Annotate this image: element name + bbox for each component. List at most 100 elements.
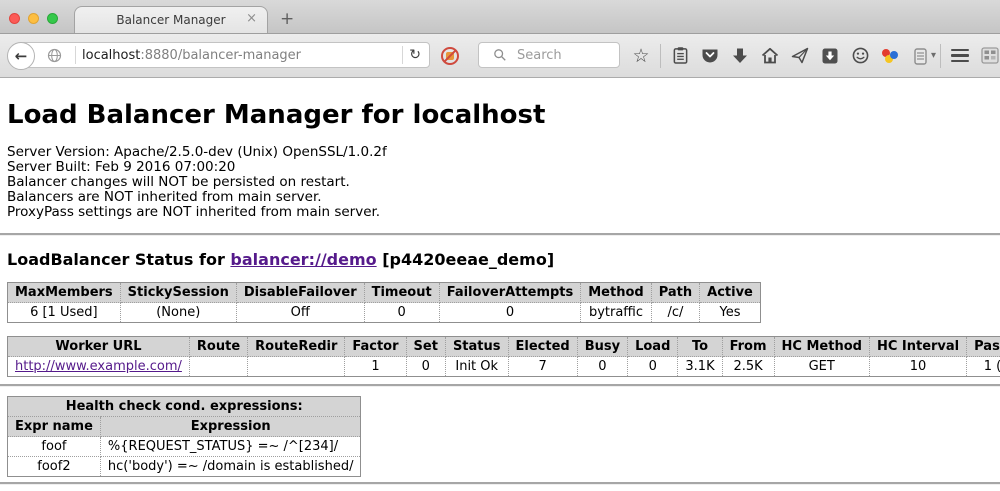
toolbar-divider2	[940, 44, 941, 68]
col-timeout: Timeout	[364, 283, 439, 303]
worker-url-link[interactable]: http://www.example.com/	[15, 359, 182, 374]
window-controls	[9, 13, 58, 24]
bookmark-star-icon[interactable]: ☆	[632, 46, 650, 66]
col-failoverattempts: FailoverAttempts	[439, 283, 581, 303]
proxypass-notice-line: ProxyPass settings are NOT inherited fro…	[7, 205, 993, 220]
menu-hamburger-icon[interactable]	[951, 46, 969, 66]
toolbar-divider	[660, 44, 661, 68]
server-built-line: Server Built: Feb 9 2016 07:00:20	[7, 160, 993, 175]
clipboard-icon[interactable]	[671, 46, 689, 66]
table-header-row: Worker URL Route RouteRedir Factor Set S…	[8, 337, 1000, 357]
col-routeredir: RouteRedir	[248, 337, 345, 357]
col-status: Status	[445, 337, 508, 357]
urlbar-divider2	[402, 46, 403, 64]
navigation-toolbar: ← localhost:8880/balancer-manager ↻ ☆	[0, 34, 1000, 78]
cell-elected: 7	[508, 357, 577, 377]
page-bottom-divider	[0, 482, 1000, 485]
tab-close-icon[interactable]: ×	[246, 12, 257, 26]
heading-prefix: LoadBalancer Status for	[7, 250, 230, 269]
tab-title: Balancer Manager	[116, 13, 225, 27]
cell-set: 0	[406, 357, 445, 377]
cell-path: /c/	[651, 303, 699, 323]
video-download-icon[interactable]	[821, 46, 839, 66]
close-window-button[interactable]	[9, 13, 20, 24]
balloons-icon[interactable]	[881, 46, 899, 66]
cell-expr-name: foof	[8, 437, 101, 457]
cell-route	[189, 357, 247, 377]
tab-balancer-manager[interactable]: Balancer Manager ×	[74, 6, 268, 33]
col-active: Active	[700, 283, 761, 303]
smiley-icon[interactable]	[851, 46, 869, 66]
table-row: 6 [1 Used] (None) Off 0 0 bytraffic /c/ …	[8, 303, 761, 323]
search-input[interactable]	[515, 47, 613, 64]
worker-table: Worker URL Route RouteRedir Factor Set S…	[7, 336, 1000, 377]
new-tab-button[interactable]: +	[280, 9, 294, 29]
url-host: localhost	[82, 48, 140, 63]
cell-failoverattempts: 0	[439, 303, 581, 323]
urlbar-divider	[75, 46, 76, 64]
cell-hc-method: GET	[774, 357, 869, 377]
col-passes: Passes	[967, 337, 1000, 357]
cell-active: Yes	[700, 303, 761, 323]
col-factor: Factor	[345, 337, 406, 357]
battery-icon[interactable]	[911, 46, 929, 66]
adblock-disabled-button[interactable]	[438, 44, 462, 68]
globe-icon	[45, 45, 63, 65]
cell-maxmembers: 6 [1 Used]	[8, 303, 121, 323]
cell-stickysession: (None)	[120, 303, 236, 323]
cell-hc-interval: 10	[869, 357, 966, 377]
home-icon[interactable]	[761, 46, 779, 66]
page-content: Load Balancer Manager for localhost Serv…	[0, 100, 1000, 485]
col-route: Route	[189, 337, 247, 357]
reload-button[interactable]: ↻	[409, 47, 421, 63]
download-arrow-icon[interactable]	[731, 46, 749, 66]
cell-load: 0	[628, 357, 678, 377]
cell-expression: %{REQUEST_STATUS} =~ /^[234]/	[100, 437, 361, 457]
zoom-window-button[interactable]	[47, 13, 58, 24]
url-path: :8880/balancer-manager	[140, 48, 301, 63]
minimize-window-button[interactable]	[28, 13, 39, 24]
cell-passes: 1 (0)	[967, 357, 1000, 377]
cell-from: 2.5K	[722, 357, 774, 377]
balancer-status-heading: LoadBalancer Status for balancer://demo …	[7, 250, 993, 269]
table-row: http://www.example.com/ 1 0 Init Ok 7 0 …	[8, 357, 1000, 377]
balancer-link[interactable]: balancer://demo	[230, 250, 376, 269]
send-plane-icon[interactable]	[791, 46, 809, 66]
col-stickysession: StickySession	[120, 283, 236, 303]
col-method: Method	[581, 283, 651, 303]
col-from: From	[722, 337, 774, 357]
cell-disablefailover: Off	[236, 303, 364, 323]
server-info: Server Version: Apache/2.5.0-dev (Unix) …	[7, 145, 993, 220]
browser-window: Balancer Manager × + ← localhost:8880/ba…	[0, 0, 1000, 491]
server-version-line: Server Version: Apache/2.5.0-dev (Unix) …	[7, 145, 993, 160]
cell-expression: hc('body') =~ /domain is established/	[100, 457, 361, 477]
col-busy: Busy	[577, 337, 627, 357]
chevron-down-icon[interactable]: ▾	[931, 50, 936, 61]
col-worker-url: Worker URL	[8, 337, 190, 357]
col-hc-method: HC Method	[774, 337, 869, 357]
cell-worker-url: http://www.example.com/	[8, 357, 190, 377]
col-load: Load	[628, 337, 678, 357]
url-bar[interactable]: localhost:8880/balancer-manager ↻	[20, 42, 430, 68]
pocket-icon[interactable]	[701, 46, 719, 66]
cell-to: 3.1K	[678, 357, 722, 377]
section-divider	[0, 384, 1000, 387]
health-table-title: Health check cond. expressions:	[8, 397, 361, 417]
search-icon	[491, 45, 509, 65]
col-elected: Elected	[508, 337, 577, 357]
cell-busy: 0	[577, 357, 627, 377]
persist-notice-line: Balancer changes will NOT be persisted o…	[7, 175, 993, 190]
cell-status: Init Ok	[445, 357, 508, 377]
url-text[interactable]: localhost:8880/balancer-manager	[82, 48, 396, 63]
health-check-table: Health check cond. expressions: Expr nam…	[7, 396, 361, 477]
table-row: foof %{REQUEST_STATUS} =~ /^[234]/	[8, 437, 361, 457]
cell-method: bytraffic	[581, 303, 651, 323]
tab-bar: Balancer Manager × +	[0, 0, 1000, 34]
tab-groups-icon[interactable]	[981, 46, 999, 66]
cell-expr-name: foof2	[8, 457, 101, 477]
col-path: Path	[651, 283, 699, 303]
inherit-notice-line: Balancers are NOT inherited from main se…	[7, 190, 993, 205]
col-expression: Expression	[100, 417, 361, 437]
back-button[interactable]: ←	[7, 42, 35, 70]
col-expr-name: Expr name	[8, 417, 101, 437]
